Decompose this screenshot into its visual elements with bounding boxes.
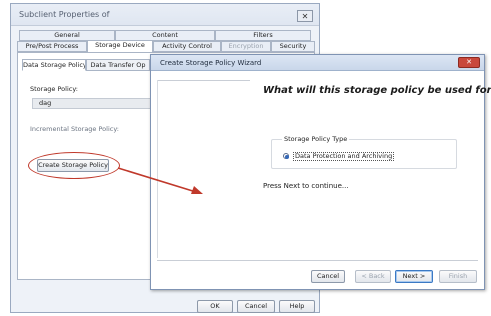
annotation-arrow bbox=[117, 167, 203, 194]
arrow-shaft bbox=[117, 167, 197, 193]
arrow-head bbox=[191, 186, 203, 194]
